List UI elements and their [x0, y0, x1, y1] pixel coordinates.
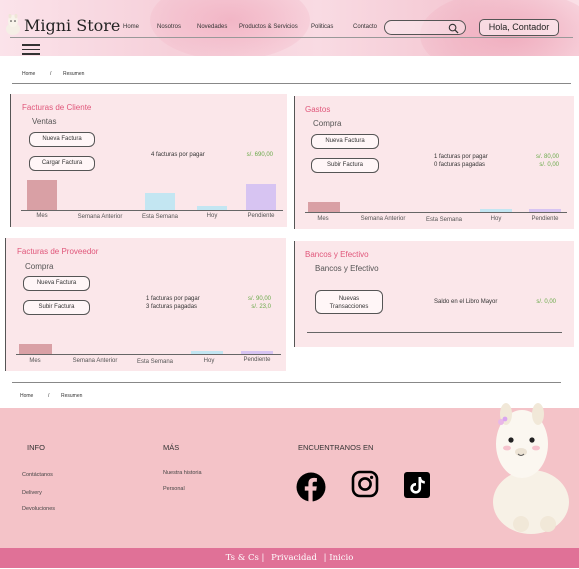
header-divider [10, 37, 573, 38]
breadcrumb-divider [12, 83, 571, 84]
card-divider [307, 332, 562, 333]
footer-link-nuestra-historia[interactable]: Nuestra historia [163, 470, 202, 476]
footer-link-contactanos[interactable]: Contáctanos [22, 472, 53, 478]
chart-baseline [305, 212, 567, 213]
nav-productos-servicios[interactable]: Productos & Servicios [239, 24, 298, 30]
subir-factura-button[interactable]: Subir Factura [23, 300, 90, 315]
nueva-factura-button[interactable]: Nueva Factura [311, 134, 379, 149]
search-input[interactable] [384, 20, 466, 35]
chart-bar-mes [19, 344, 52, 354]
card-facturas-proveedor: Facturas de Proveedor Compra Nueva Factu… [5, 238, 286, 371]
cargar-factura-button[interactable]: Cargar Factura [29, 156, 95, 171]
footer-link-terms[interactable]: Ts & Cs | [226, 553, 265, 563]
footer-link-devoluciones[interactable]: Devoluciones [22, 506, 55, 512]
breadcrumb-current: Resumen [61, 393, 83, 399]
footer-link-personal[interactable]: Personal [163, 486, 185, 492]
card-subtitle: Compra [313, 119, 342, 128]
chart-bar-esta-semana [145, 193, 175, 210]
nueva-factura-button[interactable]: Nueva Factura [23, 276, 90, 291]
card-title: Facturas de Cliente [22, 103, 92, 112]
footer-info-heading: INFO [27, 443, 45, 452]
card-title: Gastos [305, 105, 331, 114]
breadcrumb-home[interactable]: Home [20, 393, 33, 399]
hamburger-menu-icon[interactable] [22, 44, 40, 56]
chart-label: Hoy [206, 213, 218, 219]
chart-label: Semana Anterior [72, 358, 118, 364]
chart-label: Mes [29, 358, 41, 364]
card-facturas-cliente: Facturas de Cliente Ventas Nueva Factura… [10, 94, 287, 227]
card-subtitle: Ventas [32, 117, 57, 126]
chart-label: Hoy [490, 216, 502, 222]
breadcrumb-separator: / [50, 71, 52, 77]
subir-factura-button[interactable]: Subir Factura [311, 158, 379, 173]
breadcrumb-current: Resumen [63, 71, 85, 77]
store-name[interactable]: Migni Store [24, 16, 120, 35]
bottom-link-bar: Ts & Cs | Privacidad | Inicio [0, 548, 579, 568]
chart-label: Pendiente [531, 216, 559, 222]
chart-bar-pendiente [246, 184, 276, 210]
card-gastos: Gastos Compra Nueva Factura Subir Factur… [294, 96, 574, 229]
alpaca-mascot-icon [493, 403, 569, 534]
nueva-factura-button[interactable]: Nueva Factura [29, 132, 95, 147]
button-label-line: Transacciones [329, 304, 369, 310]
chart-label: Esta Semana [136, 359, 174, 365]
pending-amount: s/. 90,00 [247, 296, 271, 302]
pending-invoices-text: 1 facturas por pagar [434, 154, 488, 160]
chart-label: Semana Anterior [360, 216, 406, 222]
footer-social-heading: ENCUENTRANOS EN [298, 443, 374, 452]
card-title: Bancos y Efectivo [305, 250, 369, 259]
pending-amount: s/. 690,00 [246, 152, 273, 158]
nav-contacto[interactable]: Contacto [353, 24, 377, 30]
chart-label: Semana Anterior [77, 214, 123, 220]
chart-label: Pendiente [243, 357, 271, 363]
chart-label: Esta Semana [425, 217, 463, 223]
card-subtitle: Bancos y Efectivo [315, 264, 379, 273]
breadcrumb-divider [12, 382, 561, 383]
nav-novedades[interactable]: Novedades [197, 24, 227, 30]
footer: INFO Contáctanos Delivery Devoluciones M… [0, 403, 579, 548]
facebook-icon[interactable] [296, 472, 326, 502]
chart-label: Mes [317, 216, 329, 222]
chart-label: Hoy [203, 358, 215, 364]
header: Migni Store Home Nosotros Novedades Prod… [0, 0, 579, 56]
paid-invoices-text: 3 facturas pagadas [146, 304, 198, 310]
paid-amount: s/. 0,00 [539, 162, 559, 168]
paid-invoices-text: 0 facturas pagadas [434, 162, 486, 168]
button-label-line: Nuevas [338, 296, 360, 302]
card-bancos-efectivo: Bancos y Efectivo Bancos y Efectivo Nuev… [294, 241, 574, 347]
pending-invoices-text: 1 facturas por pagar [146, 296, 200, 302]
chart-label: Esta Semana [141, 214, 179, 220]
card-title: Facturas de Proveedor [17, 247, 99, 256]
tiktok-icon[interactable] [404, 472, 430, 498]
nuevas-transacciones-button[interactable]: Nuevas Transacciones [315, 290, 383, 314]
alpaca-logo-icon[interactable] [4, 14, 22, 36]
chart-bar-mes [308, 202, 340, 212]
ledger-balance-text: Saldo en el Libro Mayor [434, 299, 498, 305]
chart-bar-mes [27, 180, 57, 210]
footer-mas-heading: MÁS [163, 443, 180, 452]
chart-baseline [21, 210, 283, 211]
chart-baseline [16, 354, 281, 355]
nav-nosotros[interactable]: Nosotros [157, 24, 181, 30]
instagram-icon[interactable] [351, 470, 379, 498]
nav-home[interactable]: Home [123, 24, 139, 30]
user-greeting-button[interactable]: Hola, Contador [479, 19, 559, 36]
breadcrumb-home[interactable]: Home [22, 71, 35, 77]
pending-amount: s/. 80,00 [535, 154, 559, 160]
footer-link-privacidad[interactable]: Privacidad [271, 553, 317, 563]
footer-link-inicio[interactable]: | Inicio [324, 553, 354, 563]
chart-label: Mes [36, 213, 48, 219]
pending-invoices-text: 4 facturas por pagar [151, 152, 205, 158]
breadcrumb-separator: / [48, 393, 50, 399]
paid-amount: s/. 23,0 [251, 304, 271, 310]
ledger-balance-amount: s/. 0,00 [536, 299, 556, 305]
search-icon[interactable] [448, 23, 459, 34]
footer-link-delivery[interactable]: Delivery [22, 490, 42, 496]
card-subtitle: Compra [25, 262, 54, 271]
chart-label: Pendiente [247, 213, 275, 219]
nav-politicas[interactable]: Politicas [311, 24, 333, 30]
